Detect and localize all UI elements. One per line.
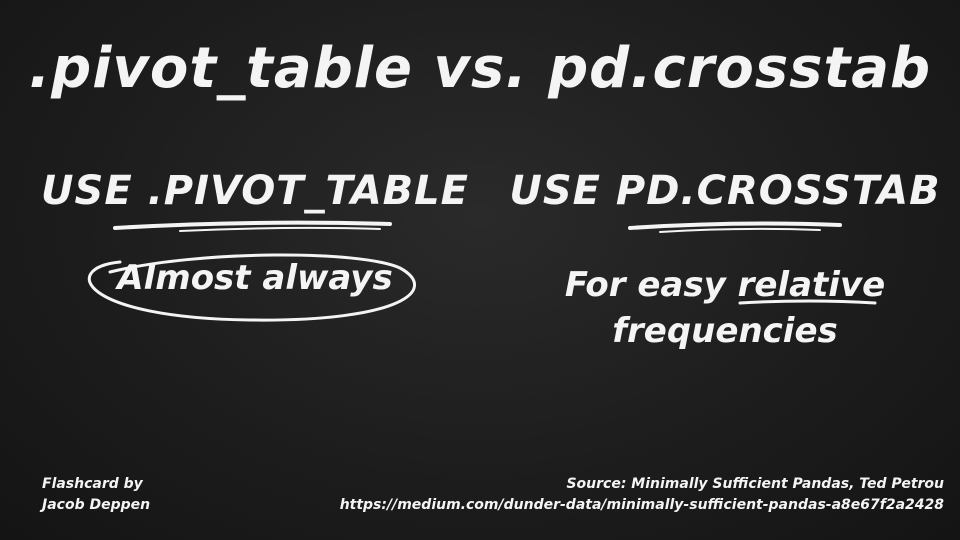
source: Source: Minimally Sufficient Pandas, Ted… xyxy=(340,474,944,516)
left-body-text: Almost always xyxy=(117,258,393,298)
source-url-link[interactable]: https://medium.com/dunder-data/minimally… xyxy=(340,495,944,516)
left-heading: USE .PIVOT_TABLE xyxy=(41,168,469,214)
right-body-before: For easy xyxy=(564,265,738,305)
slide-title: .pivot_table vs. pd.crosstab xyxy=(28,36,932,101)
source-line1: Source: Minimally Sufficient Pandas, Ted… xyxy=(566,476,944,492)
credit-line2: Jacob Deppen xyxy=(42,497,151,513)
right-body-text: For easy relative frequencies xyxy=(500,262,950,354)
right-heading-underline xyxy=(628,221,842,230)
right-body-line2: frequencies xyxy=(612,311,838,351)
right-body-emphasis: relative xyxy=(737,265,886,305)
credit: Flashcard by Jacob Deppen xyxy=(42,474,150,516)
right-heading: USE PD.CROSSTAB xyxy=(509,168,941,214)
credit-line1: Flashcard by xyxy=(42,476,143,492)
left-heading-underline xyxy=(113,220,392,230)
